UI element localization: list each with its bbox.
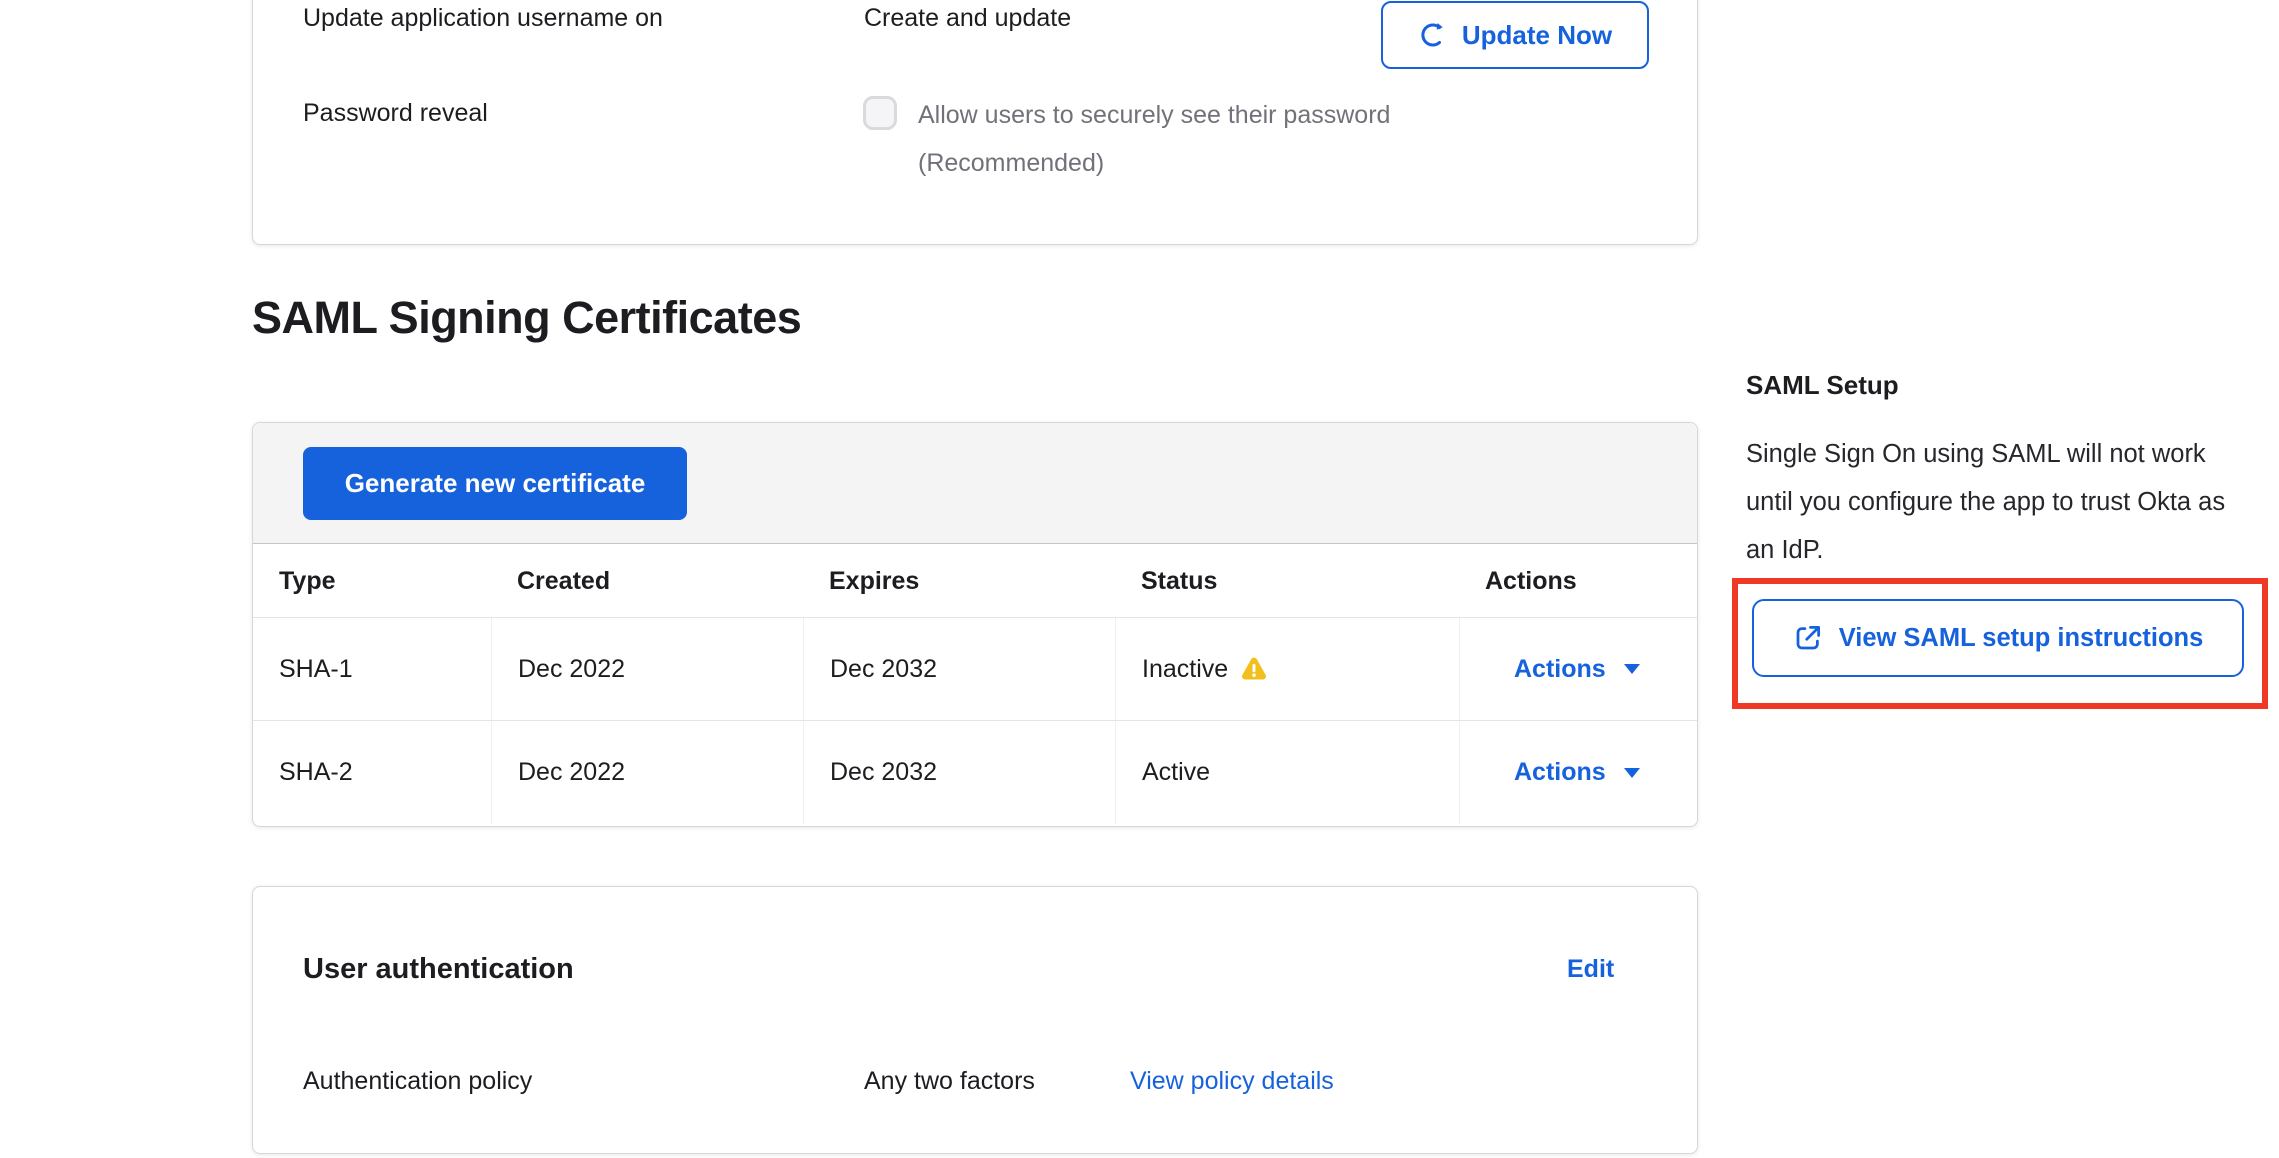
saml-setup-title: SAML Setup — [1746, 370, 1899, 401]
view-policy-details-link[interactable]: View policy details — [1130, 1067, 1334, 1096]
chevron-down-icon — [1624, 664, 1640, 674]
username-update-label: Update application username on — [303, 4, 663, 33]
chevron-down-icon — [1624, 768, 1640, 778]
header-type: Type — [253, 545, 491, 617]
edit-link[interactable]: Edit — [1567, 955, 1614, 984]
okta-app-settings-page: Update application username on Create an… — [0, 0, 2279, 1158]
generate-new-certificate-button[interactable]: Generate new certificate — [303, 447, 687, 520]
password-reveal-checkbox-sublabel: (Recommended) — [918, 149, 1104, 178]
warning-icon — [1240, 655, 1268, 683]
update-now-button[interactable]: Update Now — [1381, 1, 1649, 69]
cert-created: Dec 2022 — [491, 618, 803, 720]
actions-dropdown[interactable]: Actions — [1459, 618, 1697, 720]
status-text: Inactive — [1142, 655, 1228, 684]
user-authentication-card: User authentication Edit Authentication … — [252, 886, 1698, 1154]
page-title: SAML Signing Certificates — [252, 292, 801, 344]
certificates-toolbar: Generate new certificate — [253, 423, 1697, 544]
user-authentication-title: User authentication — [303, 953, 574, 986]
saml-setup-button-label: View SAML setup instructions — [1839, 624, 2204, 653]
actions-label: Actions — [1514, 758, 1606, 787]
certificates-table: Type Created Expires Status Actions SHA-… — [253, 545, 1697, 824]
cert-expires: Dec 2032 — [803, 721, 1115, 824]
cert-type: SHA-2 — [253, 721, 491, 824]
header-actions: Actions — [1459, 545, 1697, 617]
password-reveal-label: Password reveal — [303, 99, 488, 128]
certificates-table-header: Type Created Expires Status Actions — [253, 545, 1697, 618]
cert-type: SHA-1 — [253, 618, 491, 720]
cert-status: Active — [1115, 721, 1459, 824]
sign-on-settings-card: Update application username on Create an… — [252, 0, 1698, 245]
saml-setup-description: Single Sign On using SAML will not work … — [1746, 430, 2258, 574]
authentication-policy-value: Any two factors — [864, 1067, 1035, 1096]
cert-status: Inactive — [1115, 618, 1459, 720]
refresh-icon — [1418, 20, 1448, 50]
cert-created: Dec 2022 — [491, 721, 803, 824]
password-reveal-checkbox[interactable] — [863, 96, 897, 130]
status-text: Active — [1142, 758, 1210, 787]
header-status: Status — [1115, 545, 1459, 617]
table-row: SHA-2 Dec 2022 Dec 2032 Active Actions — [253, 721, 1697, 824]
view-saml-setup-instructions-button[interactable]: View SAML setup instructions — [1752, 599, 2244, 677]
table-row: SHA-1 Dec 2022 Dec 2032 Inactive Actions — [253, 618, 1697, 721]
actions-dropdown[interactable]: Actions — [1459, 721, 1697, 824]
external-link-icon — [1793, 623, 1823, 653]
saml-certificates-card: Generate new certificate Type Created Ex… — [252, 422, 1698, 827]
actions-label: Actions — [1514, 655, 1606, 684]
header-expires: Expires — [803, 545, 1115, 617]
username-update-value: Create and update — [864, 4, 1071, 33]
password-reveal-checkbox-label: Allow users to securely see their passwo… — [918, 101, 1390, 130]
update-now-label: Update Now — [1462, 20, 1612, 51]
header-created: Created — [491, 545, 803, 617]
cert-expires: Dec 2032 — [803, 618, 1115, 720]
authentication-policy-label: Authentication policy — [303, 1067, 532, 1096]
